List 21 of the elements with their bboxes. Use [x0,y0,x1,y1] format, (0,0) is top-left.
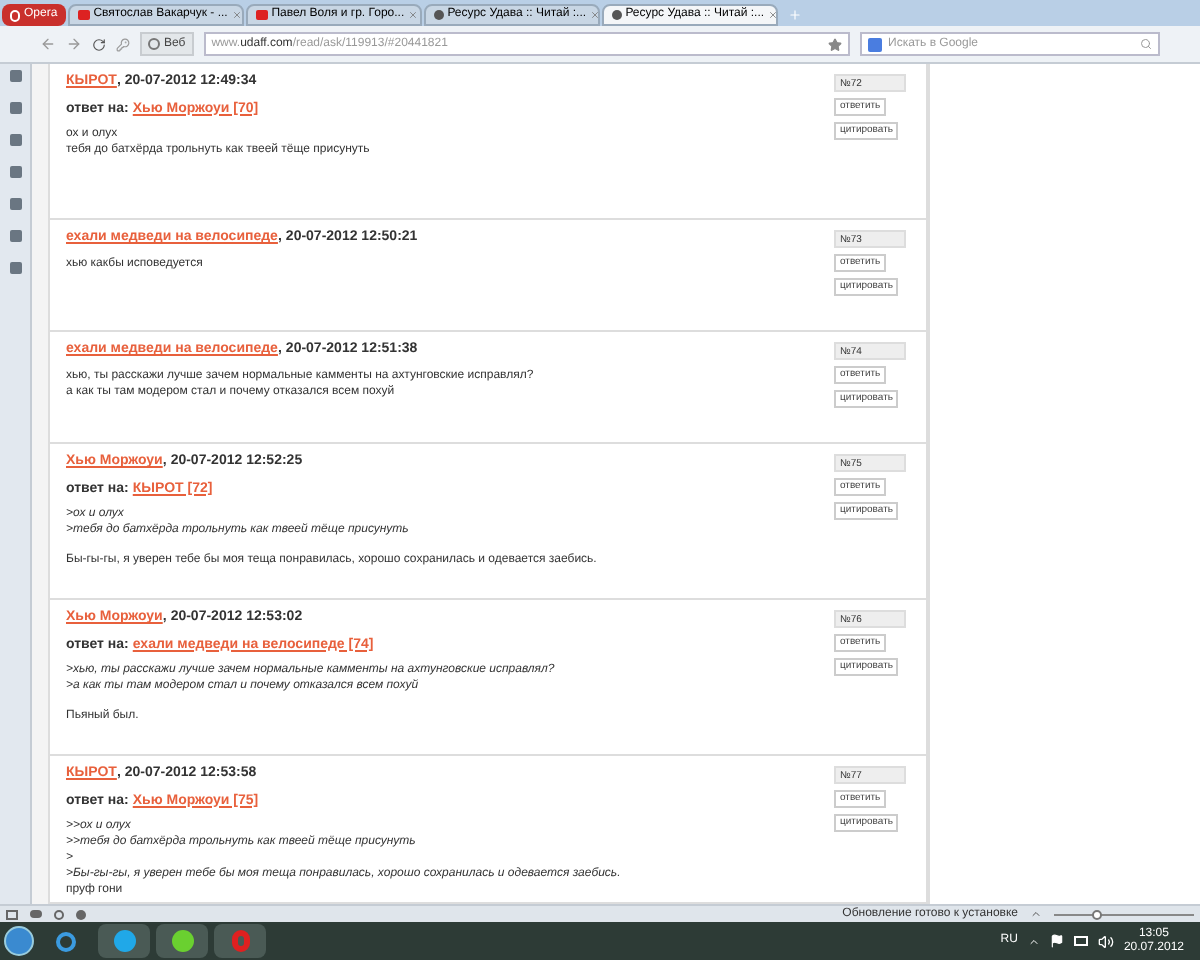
site-icon [611,10,622,20]
search-icon[interactable] [1140,38,1152,50]
video-site-icon [77,10,90,20]
panel-toggle-icon[interactable] [6,909,18,919]
forward-icon[interactable] [66,36,82,52]
back-icon[interactable] [40,36,56,52]
tray-caret-icon[interactable] [1027,935,1040,947]
reload-icon[interactable] [92,37,106,51]
flag-icon[interactable] [1049,934,1064,948]
caret-icon[interactable] [1030,908,1042,920]
cloud-icon[interactable] [30,910,42,918]
speaker-icon[interactable] [1097,933,1114,949]
network-icon[interactable] [1073,936,1088,946]
key-icon[interactable] [116,37,130,51]
google-logo-icon [868,37,882,51]
start-button[interactable] [4,926,34,956]
video-site-icon [255,10,268,20]
opera-taskbar-icon[interactable] [214,924,266,958]
zoom-slider-thumb[interactable] [1092,909,1102,919]
opera-logo-icon [10,9,20,21]
site-icon [433,10,444,20]
